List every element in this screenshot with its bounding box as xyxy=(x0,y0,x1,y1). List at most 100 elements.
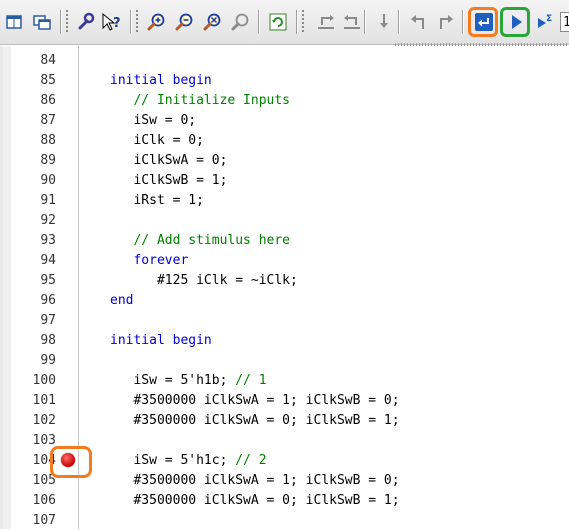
code-segment: #3500000 iClkSwA = 0; iClkSwB = 1; xyxy=(110,413,400,428)
code-line[interactable]: 84 xyxy=(0,51,569,71)
toolbar-grip[interactable] xyxy=(136,10,138,34)
line-number[interactable]: 99 xyxy=(0,351,56,371)
code-text: #3500000 iClkSwA = 1; iClkSwB = 0; xyxy=(110,391,400,411)
code-line[interactable]: 102 #3500000 iClkSwA = 0; iClkSwB = 1; xyxy=(0,411,569,431)
code-line[interactable]: 97 xyxy=(0,311,569,331)
toolbar-grip[interactable] xyxy=(66,10,68,34)
code-text: #3500000 iClkSwA = 0; iClkSwB = 1; xyxy=(110,491,400,511)
line-number[interactable]: 93 xyxy=(0,231,56,251)
line-number[interactable]: 91 xyxy=(0,191,56,211)
line-number[interactable]: 102 xyxy=(0,411,56,431)
zoom-out-icon[interactable] xyxy=(172,10,196,34)
run-for-icon[interactable]: Σ xyxy=(534,10,558,34)
line-number[interactable]: 101 xyxy=(0,391,56,411)
zoom-area-icon[interactable] xyxy=(228,10,252,34)
code-text: iSw = 5'h1c; // 2 xyxy=(110,451,267,471)
line-number[interactable]: 86 xyxy=(0,91,56,111)
code-line[interactable]: 94 forever xyxy=(0,251,569,271)
code-line[interactable]: 107 xyxy=(0,511,569,531)
code-text: // Initialize Inputs xyxy=(110,91,290,111)
code-text: forever xyxy=(110,251,188,271)
code-text: iClk = 0; xyxy=(110,131,204,151)
window-cascade-icon[interactable] xyxy=(30,10,54,34)
line-number[interactable]: 90 xyxy=(0,171,56,191)
code-line[interactable]: 101 #3500000 iClkSwA = 1; iClkSwB = 0; xyxy=(0,391,569,411)
zoom-full-icon[interactable] xyxy=(200,10,224,34)
code-segment: iSw = 0; xyxy=(110,113,197,128)
code-line[interactable]: 90 iClkSwB = 1; xyxy=(0,171,569,191)
code-segment: #125 iClk = ~iClk; xyxy=(110,273,298,288)
toolbar-separator xyxy=(60,10,62,34)
toolbar: ? Σ 1 xyxy=(0,0,569,45)
code-text: #3500000 iClkSwA = 0; iClkSwB = 1; xyxy=(110,411,400,431)
zoom-in-icon[interactable] xyxy=(144,10,168,34)
code-line[interactable]: 96 end xyxy=(0,291,569,311)
code-comment: // Initialize Inputs xyxy=(110,93,291,108)
step-back-icon[interactable] xyxy=(406,10,430,34)
toolbar-separator xyxy=(296,10,298,34)
line-number[interactable]: 106 xyxy=(0,491,56,511)
code-line[interactable]: 93 // Add stimulus here xyxy=(0,231,569,251)
code-keyword: end xyxy=(110,293,134,308)
code-line[interactable]: 87 iSw = 0; xyxy=(0,111,569,131)
code-line[interactable]: 91 iRst = 1; xyxy=(0,191,569,211)
code-line[interactable]: 95 #125 iClk = ~iClk; xyxy=(0,271,569,291)
line-number[interactable]: 96 xyxy=(0,291,56,311)
step-forward-icon[interactable] xyxy=(434,10,458,34)
toolbar-separator xyxy=(364,10,366,34)
wrench-icon[interactable] xyxy=(74,10,98,34)
code-line[interactable]: 99 xyxy=(0,351,569,371)
line-number[interactable]: 94 xyxy=(0,251,56,271)
toolbar-separator xyxy=(462,10,464,34)
code-segment: iSw = 5'h1b; xyxy=(110,373,236,388)
code-keyword: initial begin xyxy=(110,73,212,88)
code-text: initial begin xyxy=(110,71,212,91)
code-text: end xyxy=(110,291,133,311)
refresh-icon[interactable] xyxy=(266,10,290,34)
code-line[interactable]: 88 iClk = 0; xyxy=(0,131,569,151)
toolbar-separator xyxy=(130,10,132,34)
step-over-icon[interactable] xyxy=(340,10,364,34)
line-number[interactable]: 105 xyxy=(0,471,56,491)
code-line[interactable]: 98 initial begin xyxy=(0,331,569,351)
code-line[interactable]: 100 iSw = 5'h1b; // 1 xyxy=(0,371,569,391)
code-segment: iClk = 0; xyxy=(110,133,204,148)
line-number[interactable]: 87 xyxy=(0,111,56,131)
svg-text:Σ: Σ xyxy=(546,14,552,24)
run-highlight xyxy=(500,7,530,37)
line-number[interactable]: 92 xyxy=(0,211,56,231)
code-segment: #3500000 iClkSwA = 1; iClkSwB = 0; xyxy=(110,393,400,408)
code-line[interactable]: 85 initial begin xyxy=(0,71,569,91)
step-into-icon[interactable] xyxy=(372,10,396,34)
line-number[interactable]: 85 xyxy=(0,71,56,91)
code-line[interactable]: 92 xyxy=(0,211,569,231)
code-comment: // 2 xyxy=(235,453,267,468)
line-number[interactable]: 97 xyxy=(0,311,56,331)
code-segment: #3500000 iClkSwA = 1; iClkSwB = 0; xyxy=(110,473,400,488)
line-number[interactable]: 89 xyxy=(0,151,56,171)
line-number[interactable]: 103 xyxy=(0,431,56,451)
line-number[interactable]: 88 xyxy=(0,131,56,151)
code-line[interactable]: 89 iClkSwA = 0; xyxy=(0,151,569,171)
code-text: // Add stimulus here xyxy=(110,231,290,251)
code-segment: iSw = 5'h1c; xyxy=(110,453,236,468)
code-segment: #3500000 iClkSwA = 0; iClkSwB = 1; xyxy=(110,493,400,508)
toolbar-grip[interactable] xyxy=(302,10,304,34)
line-number[interactable]: 95 xyxy=(0,271,56,291)
line-number[interactable]: 98 xyxy=(0,331,56,351)
code-line[interactable]: 86 // Initialize Inputs xyxy=(0,91,569,111)
run-time-field[interactable]: 1 xyxy=(560,12,569,32)
code-line[interactable]: 106 #3500000 iClkSwA = 0; iClkSwB = 1; xyxy=(0,491,569,511)
window-tile-icon[interactable] xyxy=(2,10,26,34)
step-out-icon[interactable] xyxy=(314,10,338,34)
line-number[interactable]: 84 xyxy=(0,51,56,71)
line-number[interactable]: 104 xyxy=(0,451,56,471)
code-keyword: initial begin xyxy=(110,333,212,348)
context-help-icon[interactable]: ? xyxy=(100,10,124,34)
line-number[interactable]: 107 xyxy=(0,511,56,531)
code-text: iRst = 1; xyxy=(110,191,203,211)
code-comment: // Add stimulus here xyxy=(110,233,291,248)
line-number[interactable]: 100 xyxy=(0,371,56,391)
code-keyword: forever xyxy=(110,253,189,268)
code-segment: iClkSwB = 1; xyxy=(110,173,228,188)
